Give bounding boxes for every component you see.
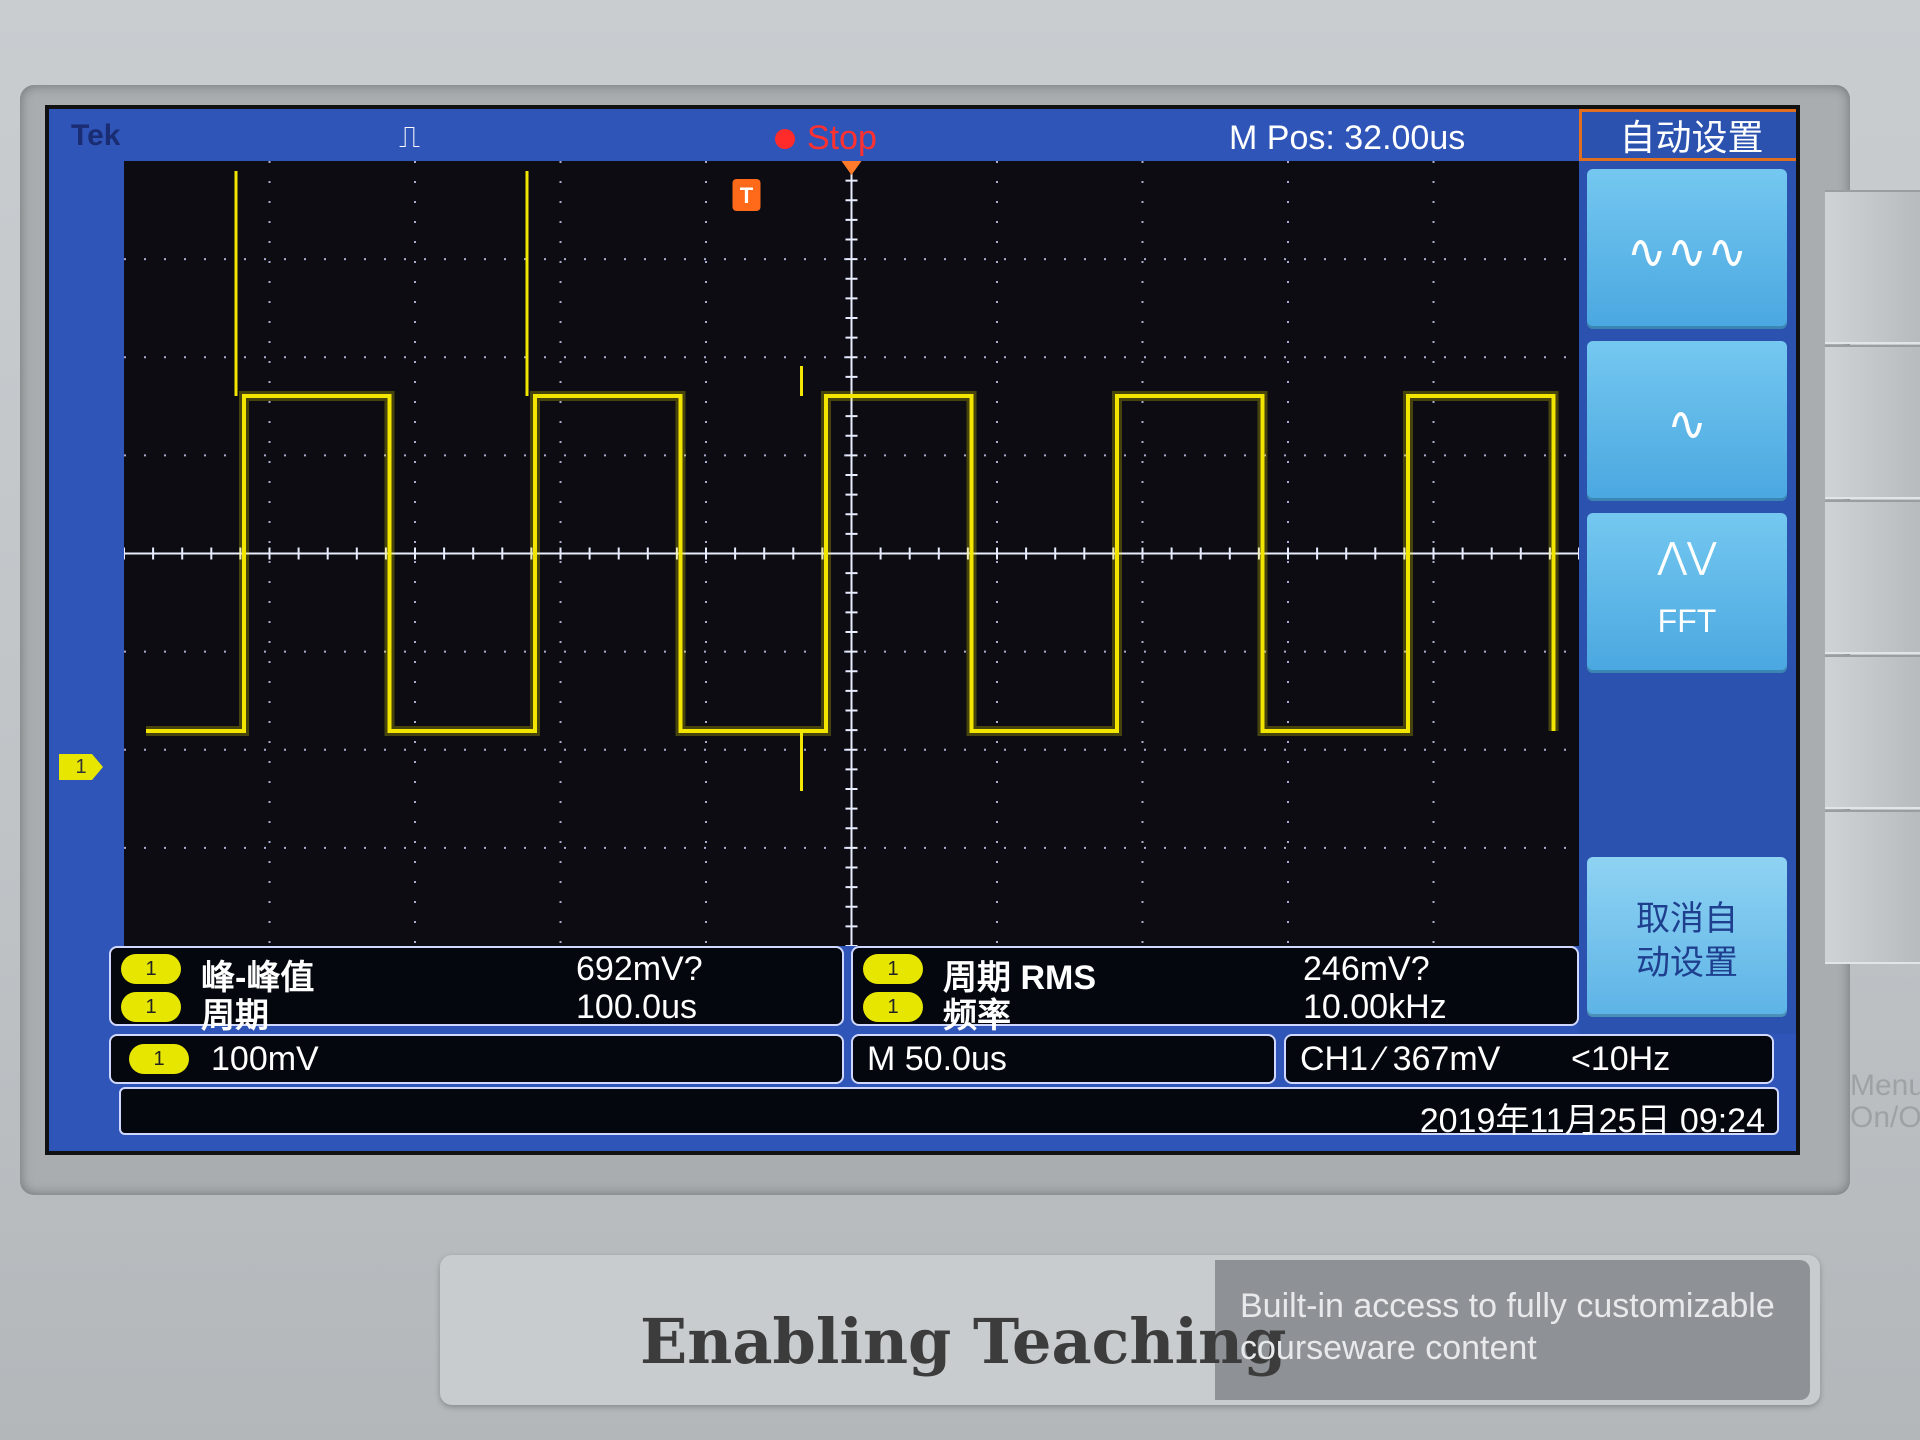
cancel-line-1: 取消自 [1636, 900, 1738, 938]
channel-scale-box: 1 100mV [109, 1034, 844, 1084]
measurement-label: 频率 [943, 997, 1011, 1035]
side-button-1[interactable] [1825, 190, 1920, 344]
autoset-side-menu: 自动设置 ∿∿∿ ∿ ⋀⋁ FFT 取消自 动设置 [1579, 109, 1796, 1034]
timebase-box: M 50.0us [851, 1034, 1276, 1084]
stop-indicator-icon [775, 129, 795, 149]
fft-icon: ⋀⋁ [1657, 535, 1717, 576]
side-button-4[interactable] [1825, 655, 1920, 809]
channel1-ground-marker: 1 [59, 754, 103, 780]
channel-badge: 1 [863, 992, 923, 1022]
main-position-readout: M Pos: 32.00us [1229, 119, 1466, 157]
channel-badge: 1 [121, 992, 181, 1022]
side-button-3[interactable] [1825, 500, 1920, 654]
channel-badge: 1 [863, 954, 923, 984]
side-button-5[interactable] [1825, 810, 1920, 964]
tagline-line-2: courseware content [1240, 1329, 1537, 1367]
trigger-position-arrow-icon [841, 161, 862, 175]
measurement-row: 1 频率 10.00kHz [863, 988, 1587, 1035]
acquisition-state: Stop [807, 119, 877, 157]
datetime-readout: 2019年11月25日 09:24 [1419, 1102, 1765, 1140]
measurement-value: 10.00kHz [1303, 988, 1447, 1026]
trigger-frequency: <10Hz [1571, 1040, 1671, 1078]
top-status-bar: Tek ⎍ Stop M Pos: 32.00us [49, 109, 1579, 161]
channel-badge: 1 [121, 954, 181, 984]
tagline: Built-in access to fully customizable co… [1240, 1285, 1800, 1369]
trigger-type-icon: ⎍ [399, 121, 420, 154]
menu-label-line-1: Menu [1850, 1069, 1920, 1102]
measurement-row: 1 峰-峰值 692mV? [121, 950, 852, 997]
menu-onoff-label: Menu On/O [1850, 1070, 1920, 1134]
measurement-row: 1 周期 RMS 246mV? [863, 950, 1587, 997]
timebase-readout: M 50.0us [867, 1040, 1007, 1078]
measurement-value: 246mV? [1303, 950, 1430, 988]
measurement-row: 1 周期 100.0us [121, 988, 852, 1035]
brand-label: Tek [71, 119, 121, 152]
oscilloscope-screen: Tek ⎍ Stop M Pos: 32.00us T 1 自动设置 ∿∿∿ ∿… [45, 105, 1800, 1155]
measurement-panel-left: 1 峰-峰值 692mV? 1 周期 100.0us [109, 946, 844, 1035]
menu-title: 自动设置 [1579, 109, 1796, 161]
cancel-autoset-label: 取消自 动设置 [1587, 897, 1787, 985]
side-button-2[interactable] [1825, 345, 1920, 499]
square-wave-trace-glow [146, 391, 1559, 736]
measurement-label: 周期 [201, 997, 269, 1035]
fft-label: FFT [1657, 603, 1717, 639]
single-cycle-wave-icon: ∿ [1666, 398, 1708, 451]
channel-badge: 1 [129, 1044, 189, 1074]
single-cycle-button[interactable]: ∿ [1587, 341, 1787, 501]
waveform-graticule: T [124, 161, 1579, 946]
brand-title: Enabling Teaching [640, 1305, 1287, 1378]
cancel-line-2: 动设置 [1636, 944, 1738, 982]
measurement-panel-right: 1 周期 RMS 246mV? 1 频率 10.00kHz [851, 946, 1579, 1035]
trigger-marker-label: T [740, 183, 754, 208]
trigger-box: CH1 ⁄ 367mV <10Hz [1284, 1034, 1774, 1084]
fft-button[interactable]: ⋀⋁ FFT [1587, 513, 1787, 673]
tagline-line-1: Built-in access to fully customizable [1240, 1287, 1775, 1325]
datetime-bar: 2019年11月25日 09:24 [119, 1087, 1779, 1140]
menu-label-line-2: On/O [1850, 1101, 1920, 1134]
multi-cycle-button[interactable]: ∿∿∿ [1587, 169, 1787, 329]
square-wave-trace [146, 394, 1556, 733]
trigger-readout: CH1 ⁄ 367mV [1300, 1040, 1501, 1078]
multi-cycle-wave-icon: ∿∿∿ [1626, 226, 1748, 279]
graticule-svg: T [124, 161, 1579, 946]
ch1-scale: 100mV [211, 1040, 319, 1078]
measurement-value: 692mV? [576, 950, 703, 988]
cancel-autoset-button[interactable]: 取消自 动设置 [1587, 857, 1787, 1017]
measurement-value: 100.0us [576, 988, 697, 1026]
